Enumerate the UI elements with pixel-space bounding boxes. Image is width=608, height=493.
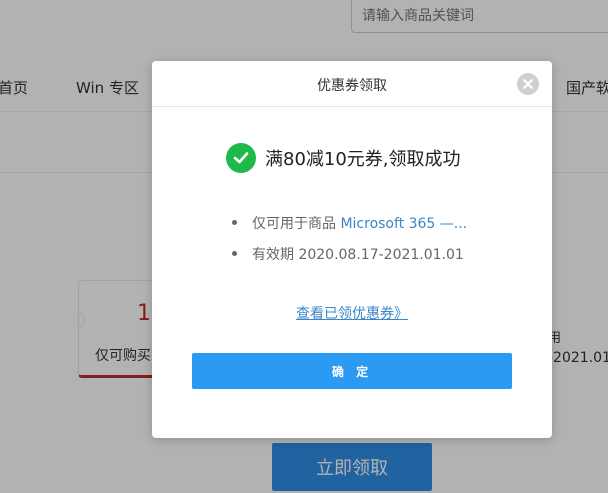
bullet-icon	[232, 220, 237, 225]
list-item: 有效期 2020.08.17-2021.01.01	[232, 244, 467, 275]
product-link[interactable]: Microsoft 365 —...	[340, 216, 467, 232]
success-row: 满80减10元券,领取成功	[226, 143, 461, 173]
dialog-title: 优惠券领取	[317, 78, 387, 94]
bullet-icon	[232, 251, 237, 256]
confirm-button[interactable]: 确 定	[192, 353, 512, 389]
list-item: 仅可用于商品 Microsoft 365 —...	[232, 213, 467, 244]
view-claimed-coupons-link[interactable]: 查看已领优惠券》	[152, 303, 552, 323]
coupon-claim-dialog: 优惠券领取 满80减10元券,领取成功 仅可用于商品 Microsoft 365…	[152, 61, 552, 438]
success-message: 满80减10元券,领取成功	[265, 149, 461, 170]
close-icon[interactable]	[517, 73, 539, 95]
dialog-header: 优惠券领取	[152, 61, 552, 107]
validity-text: 有效期 2020.08.17-2021.01.01	[252, 247, 464, 263]
product-label: 仅可用于商品	[252, 216, 336, 232]
coupon-info-list: 仅可用于商品 Microsoft 365 —... 有效期 2020.08.17…	[232, 213, 467, 275]
check-circle-icon	[226, 143, 256, 173]
